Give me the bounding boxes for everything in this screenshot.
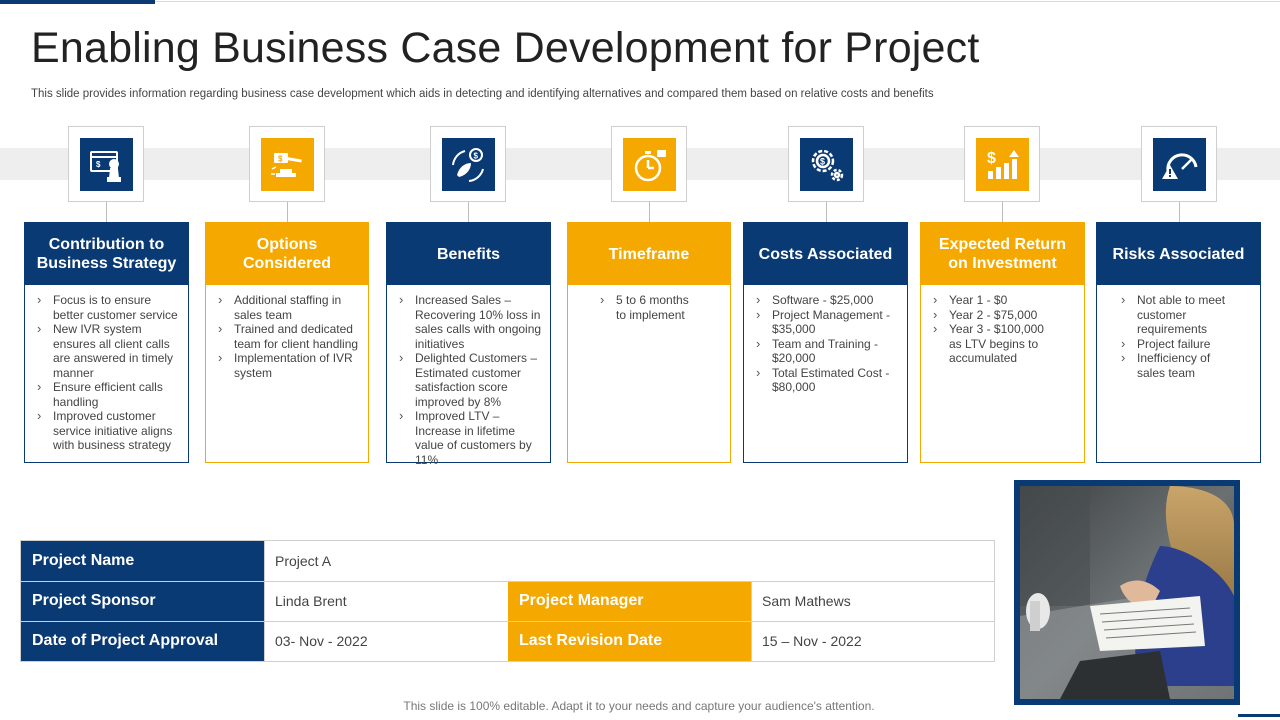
top-accent-bar (0, 0, 155, 4)
rocket-dollar-icon: $ (442, 138, 495, 191)
list-item: Inefficiency of sales team (1117, 351, 1237, 380)
revision-date-label: Last Revision Date (508, 621, 751, 661)
top-divider-line (155, 1, 1280, 2)
card-title: Options Considered (206, 223, 368, 285)
page-subtitle: This slide provides information regardin… (31, 88, 934, 100)
card-costs: Costs Associated Software - $25,000 Proj… (743, 222, 908, 463)
project-name-label: Project Name (21, 541, 264, 581)
list-item: Total Estimated Cost - $80,000 (752, 366, 901, 395)
list-item: Year 3 - $100,000 as LTV begins to accum… (929, 322, 1057, 366)
card-list: Additional staffing in sales team Traine… (206, 285, 368, 380)
approval-date-label: Date of Project Approval (21, 621, 264, 661)
list-item: Team and Training - $20,000 (752, 337, 901, 366)
card-list: Increased Sales – Recovering 10% loss in… (387, 285, 550, 467)
card-title: Timeframe (568, 223, 730, 285)
list-item: Year 1 - $0 (929, 293, 1078, 308)
svg-text:$: $ (987, 150, 996, 167)
list-item: Increased Sales – Recovering 10% loss in… (395, 293, 544, 351)
list-item: Not able to meet customer requirements (1117, 293, 1237, 337)
svg-text:$: $ (473, 151, 478, 160)
risk-gauge-icon (1153, 138, 1206, 191)
card-timeframe: Timeframe 5 to 6 months to implement (567, 222, 731, 463)
svg-text:$: $ (96, 160, 101, 169)
footer-note: This slide is 100% editable. Adapt it to… (403, 699, 875, 713)
bottom-accent-bar (1238, 714, 1280, 717)
table-divider (264, 541, 265, 661)
gavel-icon: $ (261, 138, 314, 191)
page-title: Enabling Business Case Development for P… (31, 24, 980, 72)
stopwatch-icon (623, 138, 676, 191)
list-item: Software - $25,000 (752, 293, 901, 308)
list-item: Improved LTV – Increase in lifetime valu… (395, 409, 544, 467)
svg-text:$: $ (820, 156, 825, 166)
list-item: Trained and dedicated team for client ha… (214, 322, 362, 351)
list-item: Year 2 - $75,000 (929, 308, 1078, 323)
project-info-table: Project Name Project A Project Sponsor L… (20, 540, 995, 662)
icon-box-strategy: $ (68, 126, 144, 202)
list-item: New IVR system ensures all client calls … (33, 322, 182, 380)
icon-box-roi: $ (964, 126, 1040, 202)
list-item: Project failure (1117, 337, 1254, 352)
card-risks: Risks Associated Not able to meet custom… (1096, 222, 1261, 463)
list-item: Ensure efficient calls handling (33, 380, 182, 409)
project-manager-value: Sam Mathews (751, 581, 994, 621)
icon-box-risks (1141, 126, 1217, 202)
gear-dollar-icon: $ (800, 138, 853, 191)
card-roi: Expected Return on Investment Year 1 - $… (920, 222, 1085, 463)
card-title: Risks Associated (1097, 223, 1260, 285)
card-list: Software - $25,000 Project Management - … (744, 285, 907, 395)
woman-writing-photo (1020, 486, 1234, 699)
project-manager-label: Project Manager (508, 581, 751, 621)
list-item: Project Management - $35,000 (752, 308, 901, 337)
icon-box-costs: $ (788, 126, 864, 202)
card-title: Expected Return on Investment (921, 223, 1084, 285)
svg-text:$: $ (278, 154, 283, 163)
icon-box-benefits: $ (430, 126, 506, 202)
strategy-chess-icon: $ (80, 138, 133, 191)
card-title: Contribution to Business Strategy (25, 223, 188, 285)
project-name-value: Project A (264, 541, 994, 581)
growth-chart-icon: $ (976, 138, 1029, 191)
list-item: Additional staffing in sales team (214, 293, 362, 322)
connector-line (649, 202, 650, 222)
card-list: Year 1 - $0 Year 2 - $75,000 Year 3 - $1… (921, 285, 1084, 366)
icon-box-options: $ (249, 126, 325, 202)
icon-box-timeframe (611, 126, 687, 202)
table-divider (751, 581, 752, 661)
list-item: Implementation of IVR system (214, 351, 362, 380)
list-item: 5 to 6 months to implement (596, 293, 701, 322)
card-benefits: Benefits Increased Sales – Recovering 10… (386, 222, 551, 467)
table-divider (21, 581, 994, 582)
card-list: Not able to meet customer requirements P… (1097, 285, 1260, 380)
card-contribution: Contribution to Business Strategy Focus … (24, 222, 189, 463)
table-divider (21, 621, 994, 622)
photo-frame (1014, 480, 1240, 705)
revision-date-value: 15 – Nov - 2022 (751, 621, 994, 661)
approval-date-value: 03- Nov - 2022 (264, 621, 508, 661)
list-item: Improved customer service initiative ali… (33, 409, 182, 453)
connector-line (106, 202, 107, 222)
connector-line (1002, 202, 1003, 222)
list-item: Focus is to ensure better customer servi… (33, 293, 182, 322)
card-title: Costs Associated (744, 223, 907, 285)
connector-line (1179, 202, 1180, 222)
card-title: Benefits (387, 223, 550, 285)
card-list: Focus is to ensure better customer servi… (25, 285, 188, 453)
project-sponsor-label: Project Sponsor (21, 581, 264, 621)
connector-line (468, 202, 469, 222)
connector-line (826, 202, 827, 222)
card-options: Options Considered Additional staffing i… (205, 222, 369, 463)
card-list: 5 to 6 months to implement (568, 285, 730, 322)
list-item: Delighted Customers – Estimated customer… (395, 351, 544, 409)
connector-line (287, 202, 288, 222)
project-sponsor-value: Linda Brent (264, 581, 508, 621)
